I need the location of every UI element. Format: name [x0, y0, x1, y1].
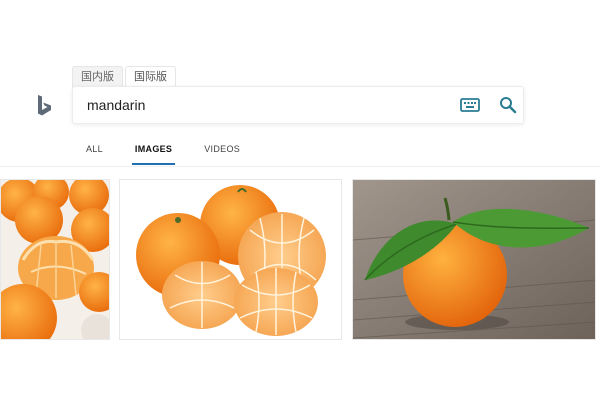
search-nav: ALL IMAGES VIDEOS: [86, 144, 272, 166]
image-result-2[interactable]: [119, 179, 342, 340]
image-result-1[interactable]: [0, 179, 110, 340]
bing-logo-icon[interactable]: [35, 94, 53, 118]
nav-tab-images[interactable]: IMAGES: [131, 144, 176, 166]
region-tab-domestic[interactable]: 国内版: [72, 66, 123, 88]
region-tab-international[interactable]: 国际版: [125, 66, 176, 88]
nav-tab-videos-label: VIDEOS: [204, 144, 241, 154]
nav-tab-all[interactable]: ALL: [86, 144, 103, 166]
nav-divider: [0, 166, 600, 167]
search-input[interactable]: [87, 96, 427, 114]
nav-tab-images-label: IMAGES: [134, 144, 173, 154]
image-result-3[interactable]: [352, 179, 596, 340]
nav-tab-videos[interactable]: VIDEOS: [204, 144, 240, 166]
nav-tab-all-label: ALL: [86, 144, 103, 154]
search-icon[interactable]: [499, 96, 517, 114]
keyboard-icon[interactable]: [460, 97, 480, 113]
active-tab-underline: [131, 163, 176, 165]
region-tabs: 国内版 国际版: [72, 66, 176, 88]
search-box: [72, 86, 524, 124]
